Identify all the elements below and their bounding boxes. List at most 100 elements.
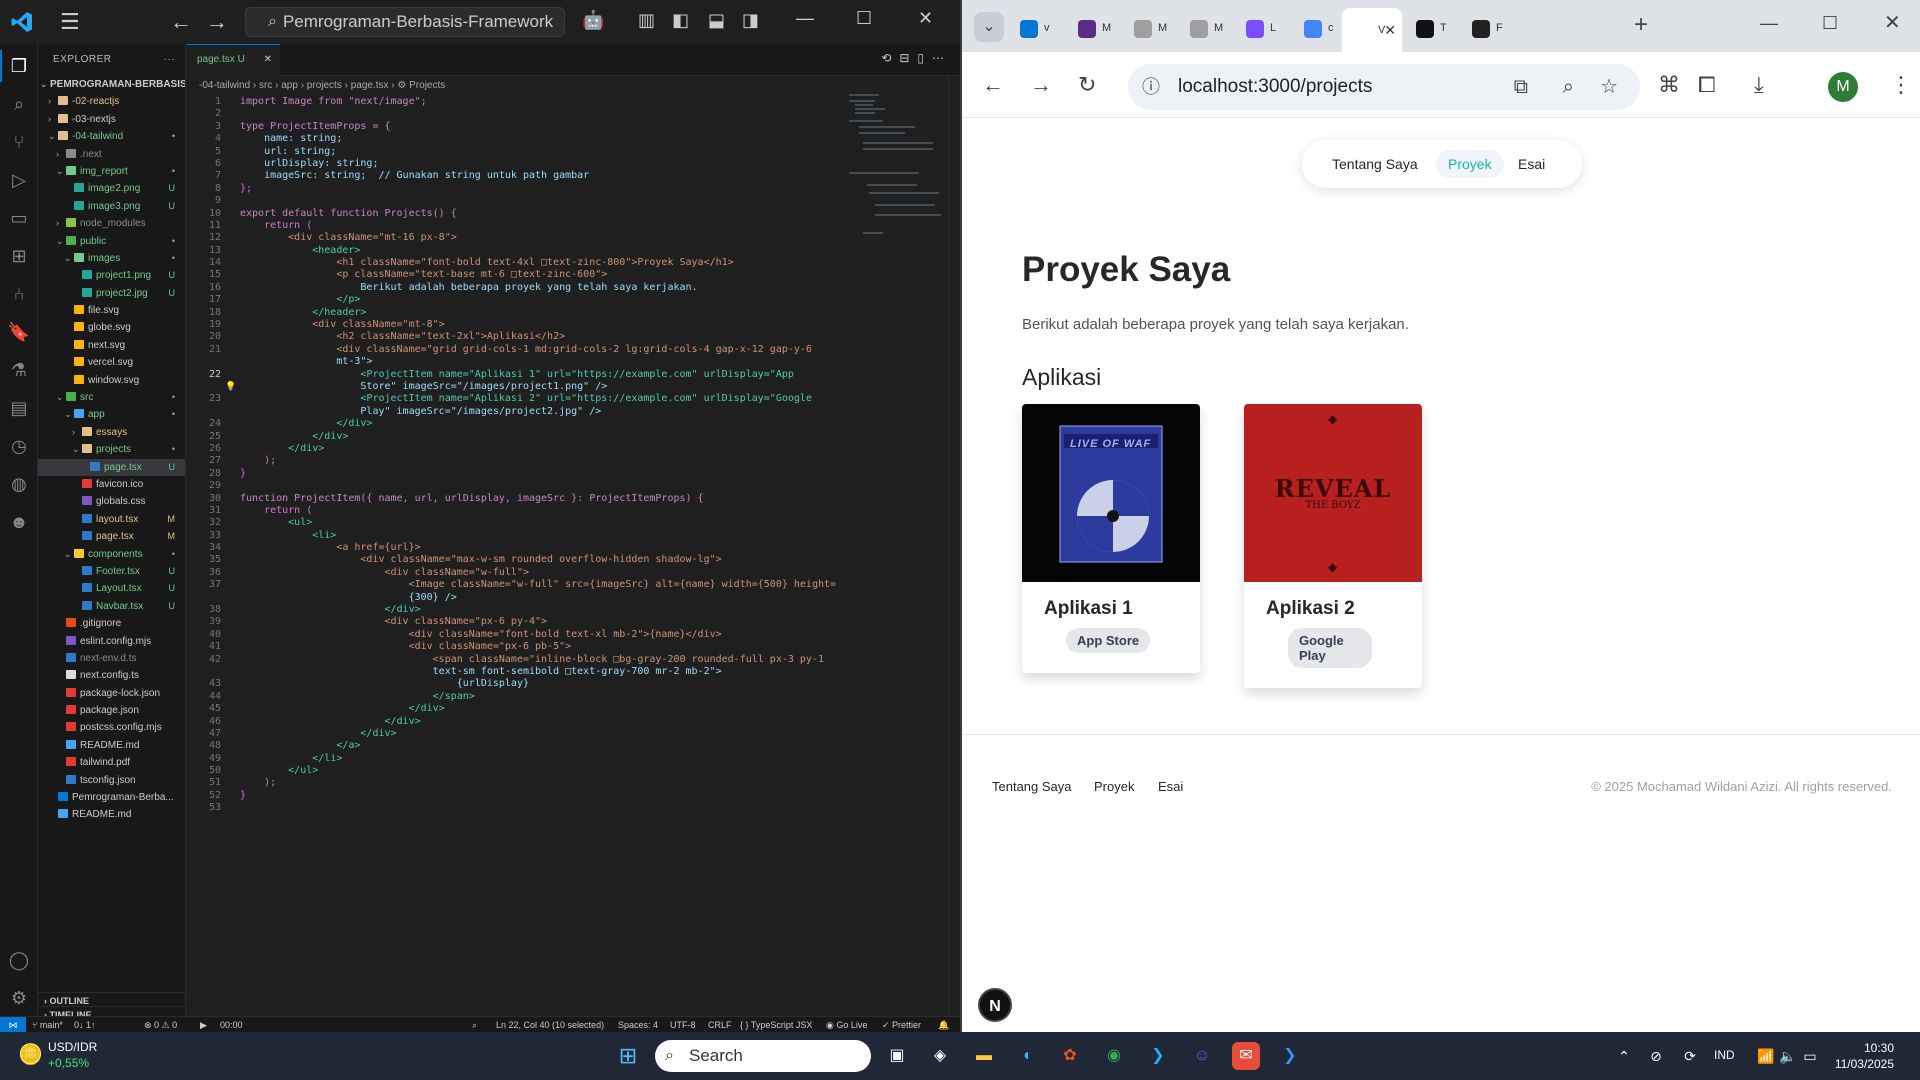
browser-tab[interactable]: M bbox=[1066, 12, 1120, 44]
weather-widget[interactable]: 🪙 USD/IDR +0,55% bbox=[14, 1038, 114, 1074]
tree-item[interactable]: image2.png U bbox=[38, 180, 185, 197]
address-bar[interactable]: ⓘ localhost:3000/projects ⧉ ⌕ ☆ bbox=[1128, 64, 1640, 110]
forward-arrow-icon[interactable]: → bbox=[1030, 70, 1052, 100]
tree-item[interactable]: package.json bbox=[38, 702, 185, 719]
tree-item[interactable]: layout.tsx M bbox=[38, 511, 185, 528]
vscode-taskbar-icon[interactable]: ❯ bbox=[1144, 1042, 1172, 1070]
start-windows-icon[interactable]: ⊞ bbox=[614, 1042, 642, 1070]
sync-status[interactable]: 0↓ 1↑ bbox=[74, 1017, 96, 1033]
browser-tab[interactable]: T bbox=[1404, 12, 1458, 44]
go-live-status[interactable]: ◉ Go Live bbox=[826, 1017, 867, 1033]
toggle-panel-icon[interactable]: ⬓ bbox=[708, 10, 725, 31]
breadcrumb[interactable]: -04-tailwind › src › app › projects › pa… bbox=[199, 78, 445, 94]
browser-tab[interactable]: L bbox=[1234, 12, 1288, 44]
bookmark-star-icon[interactable]: ☆ bbox=[1600, 64, 1618, 110]
browser-tab[interactable]: v bbox=[1008, 12, 1062, 44]
tree-item[interactable]: ⌄ public • bbox=[38, 233, 185, 250]
workspace-root[interactable]: ⌄PEMROGRAMAN-BERBASIS-F... bbox=[38, 76, 185, 93]
tree-item[interactable]: ⌄ img_report • bbox=[38, 163, 185, 180]
close-icon[interactable]: ✕ bbox=[1884, 8, 1901, 38]
project-card-2[interactable]: ◆ ◆ REVEAL THE BOYZ Aplikasi 2 Google Pl… bbox=[1244, 404, 1422, 688]
nav-link-projects[interactable]: Proyek bbox=[1436, 150, 1504, 178]
forward-arrow-icon[interactable]: → bbox=[206, 10, 228, 34]
folder-icon[interactable]: ▤ bbox=[7, 396, 31, 420]
translate-icon[interactable]: ⧉ bbox=[1514, 64, 1528, 110]
sync-icon[interactable]: ⟳ bbox=[1676, 1042, 1704, 1070]
new-tab-plus-icon[interactable]: + bbox=[1634, 10, 1648, 40]
tree-item[interactable]: ⌄ app • bbox=[38, 406, 185, 423]
camera-icon[interactable]: ⌘ bbox=[1658, 70, 1680, 100]
eol-status[interactable]: CRLF bbox=[708, 1017, 732, 1033]
edge-icon[interactable]: ◐ bbox=[1014, 1042, 1042, 1070]
tree-item[interactable]: › essays bbox=[38, 424, 185, 441]
branch-status[interactable]: ⑂ main* bbox=[32, 1017, 63, 1033]
tree-item[interactable]: file.svg bbox=[38, 302, 185, 319]
file-explorer-icon[interactable]: ▬ bbox=[970, 1042, 998, 1070]
browser-tab[interactable]: V ✕ bbox=[1342, 8, 1402, 52]
tree-item[interactable]: page.tsx U bbox=[38, 458, 185, 476]
git-graph-icon[interactable]: ⑃ bbox=[7, 282, 31, 306]
powershell-icon[interactable]: ❯ bbox=[1276, 1042, 1304, 1070]
tree-item[interactable]: Pemrograman-Berba... bbox=[38, 789, 185, 806]
prettier-status[interactable]: ✓ Prettier bbox=[882, 1017, 921, 1033]
tree-item[interactable]: postcss.config.mjs bbox=[38, 719, 185, 736]
tree-item[interactable]: Layout.tsx U bbox=[38, 580, 185, 597]
search-icon[interactable]: ⌕ bbox=[7, 92, 31, 116]
tree-item[interactable]: README.md bbox=[38, 737, 185, 754]
toggle-secondary-sidebar-icon[interactable]: ◨ bbox=[742, 10, 759, 31]
chrome-icon[interactable]: ◉ bbox=[1100, 1042, 1128, 1070]
tab-search-chevron-icon[interactable]: ⌄ bbox=[974, 12, 1004, 42]
cursor-position[interactable]: Ln 22, Col 40 (10 selected) bbox=[496, 1017, 604, 1033]
maximize-icon[interactable]: ☐ bbox=[1822, 8, 1838, 38]
code-editor[interactable]: 1 import Image from "next/image"; 2 3 type P… bbox=[187, 96, 867, 815]
nextjs-dev-badge[interactable]: N bbox=[978, 988, 1012, 1022]
close-tab-icon[interactable]: ✕ bbox=[264, 45, 272, 75]
timeline-icon[interactable]: ◷ bbox=[7, 434, 31, 458]
browser-tab[interactable]: F bbox=[1460, 12, 1514, 44]
extensions-icon[interactable]: ⊞ bbox=[7, 244, 31, 268]
remote-indicator-icon[interactable]: ⋈ bbox=[0, 1017, 26, 1033]
chrome-menu-icon[interactable]: ⋮ bbox=[1890, 70, 1912, 100]
tree-item[interactable]: image3.png U bbox=[38, 198, 185, 215]
explorer-icon[interactable]: ❐ bbox=[0, 50, 31, 82]
language-indicator[interactable]: IND bbox=[1714, 1048, 1735, 1062]
close-tab-icon[interactable]: ✕ bbox=[1384, 8, 1396, 52]
minimize-icon[interactable]: — bbox=[796, 8, 814, 29]
settings-gear-icon[interactable]: ⚙ bbox=[7, 986, 31, 1010]
copilot-icon[interactable]: ◈ bbox=[926, 1042, 954, 1070]
battery-icon[interactable]: ▭ bbox=[1796, 1042, 1824, 1070]
site-info-icon[interactable]: ⓘ bbox=[1142, 64, 1160, 110]
remote-explorer-icon[interactable]: ▭ bbox=[7, 206, 31, 230]
tree-item[interactable]: project2.jpg U bbox=[38, 285, 185, 302]
browser-tab[interactable]: M bbox=[1178, 12, 1232, 44]
discord-icon[interactable]: ☺ bbox=[1188, 1042, 1216, 1070]
bookmarks-icon[interactable]: 🔖 bbox=[7, 320, 31, 344]
editor-actions[interactable]: ⟲⊟▯⋯ bbox=[881, 51, 952, 65]
tree-item[interactable]: ⌄ projects • bbox=[38, 441, 185, 458]
browser-tab[interactable]: c bbox=[1292, 12, 1346, 44]
network-off-icon[interactable]: ⊘ bbox=[1642, 1042, 1670, 1070]
tree-item[interactable]: Navbar.tsx U bbox=[38, 598, 185, 615]
tree-item[interactable]: ⌄ src • bbox=[38, 389, 185, 406]
extensions-icon[interactable]: ⧠ bbox=[1698, 70, 1716, 100]
minimap[interactable] bbox=[849, 92, 949, 252]
tree-item[interactable]: next.config.ts bbox=[38, 667, 185, 684]
profile-avatar[interactable]: M bbox=[1828, 72, 1858, 102]
back-arrow-icon[interactable]: ← bbox=[170, 10, 192, 34]
tree-item[interactable]: globals.css bbox=[38, 493, 185, 510]
run-icon[interactable]: ▶ bbox=[200, 1017, 207, 1033]
mail-icon[interactable]: ✉ bbox=[1232, 1042, 1260, 1070]
task-view-icon[interactable]: ▣ bbox=[883, 1042, 911, 1070]
zoom-icon[interactable]: ⌕ bbox=[1563, 64, 1574, 110]
run-debug-icon[interactable]: ▷ bbox=[7, 168, 31, 192]
zoom-icon[interactable]: ⌕ bbox=[472, 1017, 477, 1033]
browser-tab[interactable]: M bbox=[1122, 12, 1176, 44]
indentation-status[interactable]: Spaces: 4 bbox=[618, 1017, 658, 1033]
tree-item[interactable]: page.tsx M bbox=[38, 528, 185, 545]
tree-item[interactable]: favicon.ico bbox=[38, 476, 185, 493]
system-clock[interactable]: 10:30 11/03/2025 bbox=[1835, 1040, 1894, 1072]
tree-item[interactable]: › .next bbox=[38, 146, 185, 163]
close-icon[interactable]: ✕ bbox=[918, 8, 933, 29]
copilot-icon[interactable]: 🤖 bbox=[582, 10, 604, 31]
editor-scrollbar[interactable] bbox=[948, 76, 960, 1020]
